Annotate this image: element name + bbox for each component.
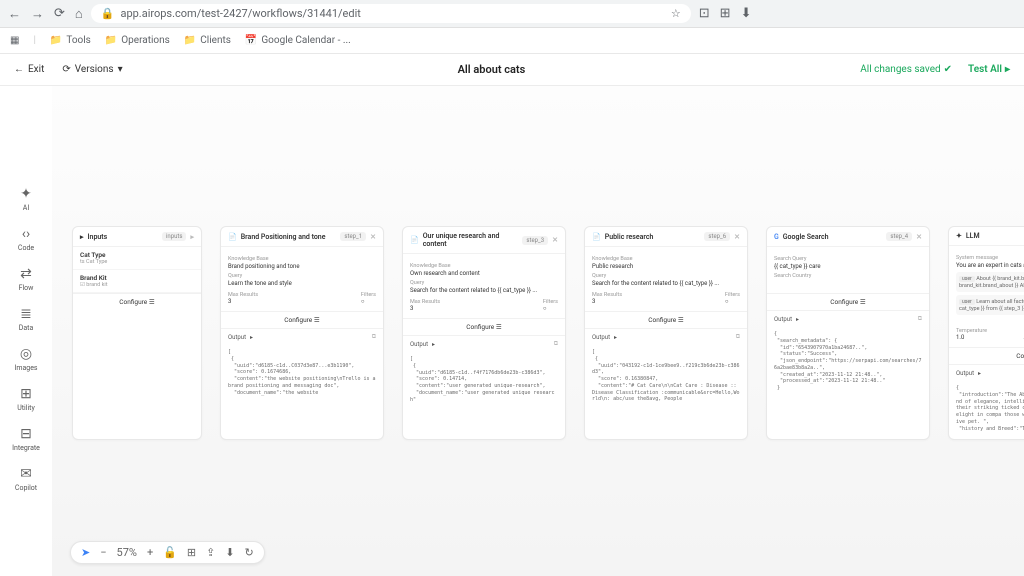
- rail-flow[interactable]: ⇄Flow: [19, 266, 34, 292]
- exit-button[interactable]: ← Exit: [14, 64, 44, 75]
- url-text: app.airops.com/test-2427/workflows/31441…: [120, 7, 360, 20]
- apps-icon[interactable]: ▦: [10, 35, 19, 46]
- close-icon[interactable]: ✕: [552, 236, 558, 244]
- star-icon[interactable]: ☆: [671, 7, 681, 20]
- copilot-icon: ✉: [20, 466, 32, 482]
- rail-images[interactable]: ◎Images: [14, 346, 37, 372]
- node-llm[interactable]: ✦LLM System messageYou are an expert in …: [948, 226, 1024, 440]
- rail-utility[interactable]: ⊞Utility: [17, 386, 35, 412]
- site-icon: 🔒: [101, 7, 115, 20]
- copy-icon[interactable]: ⧉: [554, 340, 558, 348]
- rail-integrate[interactable]: ⊟Integrate: [12, 426, 40, 452]
- add-message-button[interactable]: + Add message: [956, 317, 1024, 323]
- back-button[interactable]: ←: [8, 6, 21, 22]
- node-inputs[interactable]: ▸Inputsinputs▸ Cat Typets Cat Type Brand…: [72, 226, 202, 440]
- workspace: ✦AI ‹›Code ⇄Flow ≣Data ◎Images ⊞Utility …: [0, 86, 1024, 576]
- canvas[interactable]: ✊ ▸Inputsinputs▸ Cat Typets Cat Type Bra…: [52, 86, 1024, 576]
- extension-icon[interactable]: ⊞: [720, 6, 731, 21]
- input-brand-kit[interactable]: Brand Kit☑ brand kit: [73, 270, 201, 293]
- output-json: [ { "uuid":"d6185-c1d..C037d3e87...e3b11…: [221, 345, 383, 403]
- home-button[interactable]: ⌂: [75, 6, 83, 22]
- data-icon: ≣: [20, 306, 32, 322]
- reload-button[interactable]: ⟳: [54, 6, 65, 22]
- grid-icon[interactable]: ⊞: [187, 546, 196, 559]
- configure-button[interactable]: Configure ☰: [73, 293, 201, 310]
- export-icon[interactable]: ⇪: [206, 546, 215, 559]
- node-public-research[interactable]: 📄Public researchstep_6✕ Knowledge BasePu…: [584, 226, 748, 440]
- output-json: [ { "uuid":"d6185-c1d..f4f7176db6de23b-c…: [403, 352, 565, 410]
- node-google-search[interactable]: GGoogle Searchstep_4✕ Search Query{{ cat…: [766, 226, 930, 440]
- download-icon[interactable]: ⬇: [225, 546, 234, 559]
- images-icon: ◎: [20, 346, 32, 362]
- test-all-button[interactable]: Test All ▸: [968, 64, 1010, 75]
- zoom-level: 57%: [117, 546, 137, 559]
- browser-actions: ⊡ ⊞ ⬇: [699, 6, 752, 21]
- rail-data[interactable]: ≣Data: [19, 306, 34, 332]
- bookmark-tools[interactable]: 📁 Tools: [50, 35, 91, 46]
- canvas-toolbar: ➤ − 57% + 🔓 ⊞ ⇪ ⬇ ↻: [70, 541, 265, 564]
- zoom-out-button[interactable]: −: [100, 546, 106, 559]
- configure-button[interactable]: Configure ☰: [767, 293, 929, 310]
- configure-button[interactable]: Configure ☰: [403, 318, 565, 335]
- history-icon[interactable]: ↻: [245, 546, 254, 559]
- bookmark-calendar[interactable]: 📅 Google Calendar - ...: [245, 35, 351, 46]
- copy-icon[interactable]: ⧉: [736, 333, 740, 341]
- play-icon[interactable]: ▸: [190, 233, 194, 241]
- cursor-icon[interactable]: ➤: [81, 546, 90, 559]
- copy-icon[interactable]: ⧉: [918, 315, 922, 323]
- bookmarks-bar: ▦ | 📁 Tools 📁 Operations 📁 Clients 📅 Goo…: [0, 28, 1024, 54]
- url-bar[interactable]: 🔒 app.airops.com/test-2427/workflows/314…: [91, 4, 691, 23]
- zoom-in-button[interactable]: +: [147, 546, 153, 559]
- bookmark-clients[interactable]: 📁 Clients: [184, 35, 231, 46]
- close-icon[interactable]: ✕: [916, 233, 922, 241]
- bookmark-operations[interactable]: 📁 Operations: [105, 35, 170, 46]
- copy-icon[interactable]: ⧉: [372, 333, 376, 341]
- node-brand-positioning[interactable]: 📄Brand Positioning and tonestep_1✕ Knowl…: [220, 226, 384, 440]
- input-cat-type[interactable]: Cat Typets Cat Type: [73, 247, 201, 270]
- lock-icon[interactable]: 🔓: [163, 546, 177, 559]
- versions-dropdown[interactable]: ⟳ Versions ▾: [62, 64, 122, 75]
- integrate-icon: ⊟: [20, 426, 32, 442]
- close-icon[interactable]: ✕: [370, 233, 376, 241]
- configure-button[interactable]: Configure ☰: [221, 311, 383, 328]
- workflow-title: All about cats: [123, 63, 861, 76]
- rail-ai[interactable]: ✦AI: [20, 186, 32, 212]
- utility-icon: ⊞: [20, 386, 32, 402]
- nav-buttons: ← → ⟳ ⌂: [8, 6, 83, 22]
- node-own-research[interactable]: 📄Our unique research and contentstep_3✕ …: [402, 226, 566, 440]
- app-header: ← Exit ⟳ Versions ▾ All about cats All c…: [0, 54, 1024, 86]
- configure-button[interactable]: Configure ☰: [585, 311, 747, 328]
- camera-icon[interactable]: ⊡: [699, 6, 710, 21]
- node-row: ▸Inputsinputs▸ Cat Typets Cat Type Brand…: [72, 226, 1024, 440]
- flow-icon: ⇄: [20, 266, 32, 282]
- code-icon: ‹›: [22, 226, 30, 242]
- download-icon[interactable]: ⬇: [741, 6, 752, 21]
- sparkle-icon: ✦: [20, 186, 32, 202]
- output-json: { "introduction":"The Abyssinian ... a w…: [949, 381, 1024, 439]
- browser-chrome: ← → ⟳ ⌂ 🔒 app.airops.com/test-2427/workf…: [0, 0, 1024, 28]
- output-json: [ { "uuid":"043192-c1d-1ce9bee9..f219c3b…: [585, 345, 747, 410]
- close-icon[interactable]: ✕: [734, 233, 740, 241]
- forward-button[interactable]: →: [31, 6, 44, 22]
- output-json: { "search_metadata": { "id":"6543907970a…: [767, 327, 929, 397]
- configure-button[interactable]: Configure ☰: [949, 347, 1024, 364]
- rail-copilot[interactable]: ✉Copilot: [15, 466, 37, 492]
- tool-rail: ✦AI ‹›Code ⇄Flow ≣Data ◎Images ⊞Utility …: [0, 86, 52, 576]
- save-status: All changes saved ✔: [860, 64, 952, 75]
- rail-code[interactable]: ‹›Code: [18, 226, 34, 252]
